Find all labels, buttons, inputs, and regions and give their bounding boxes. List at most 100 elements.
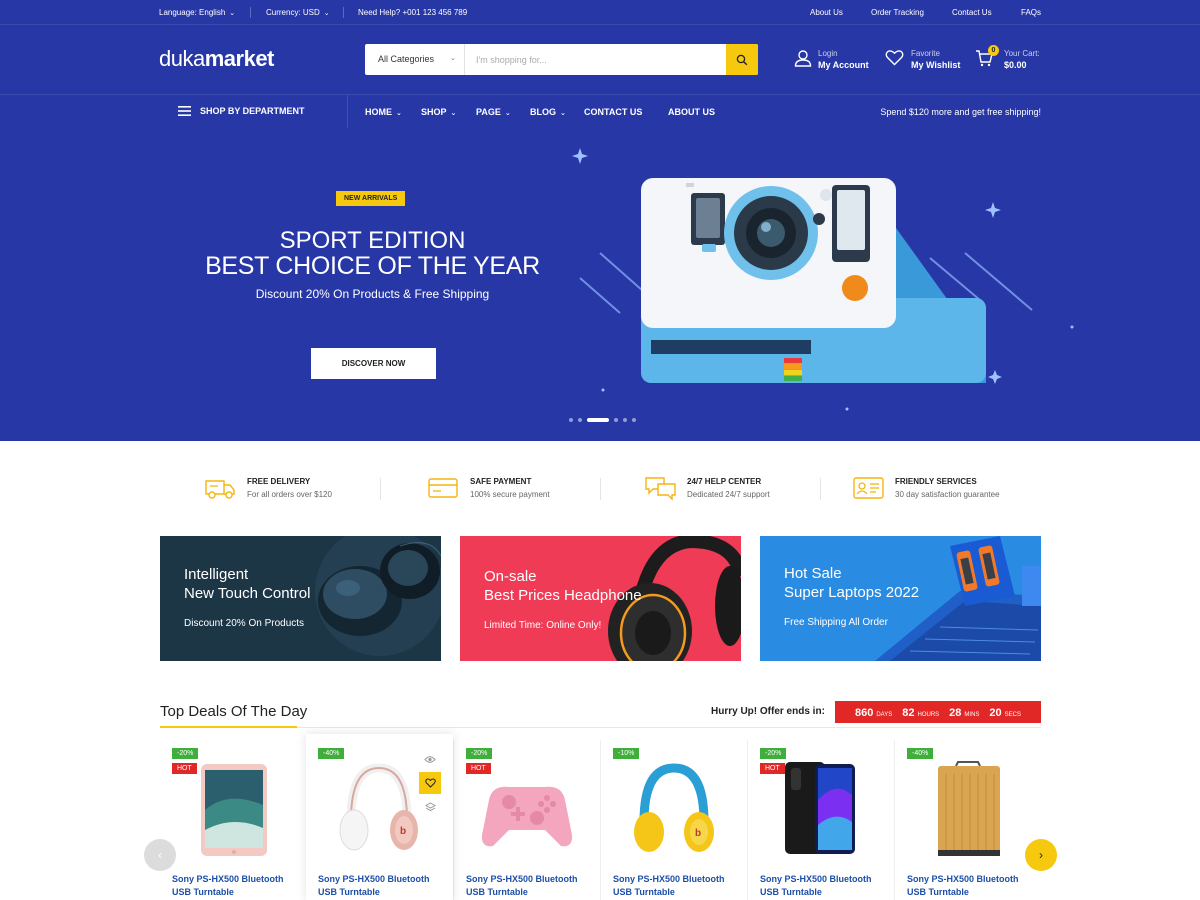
currency-label: Currency: USD [266, 8, 320, 17]
shop-by-department-button[interactable]: SHOP BY DEPARTMENT [178, 106, 305, 116]
feature-text: Dedicated 24/7 support [687, 490, 770, 499]
wishlist-link[interactable]: Favorite My Wishlist [885, 47, 965, 73]
nav-shop[interactable]: SHOP ⌄ [421, 107, 456, 117]
feature-title: FREE DELIVERY [247, 477, 311, 486]
instant-camera-image [641, 178, 986, 383]
quick-view-button[interactable] [419, 748, 441, 770]
credit-card-icon [428, 478, 458, 498]
chevron-down-icon: ⌄ [323, 10, 330, 17]
discover-now-button[interactable]: DISCOVER NOW [311, 348, 436, 379]
product-name[interactable]: Sony PS-HX500 Bluetooth USB Turntable [760, 873, 890, 899]
banner-line2: New Touch Control [184, 585, 311, 602]
chevron-down-icon: ⌄ [504, 110, 511, 117]
search-category-select[interactable]: All Categories ⌄ [365, 44, 465, 75]
new-arrivals-badge: NEW ARRIVALS [336, 191, 406, 206]
nav-label: PAGE [476, 107, 501, 117]
tablet-image [201, 764, 267, 856]
account-link[interactable]: Login My Account [794, 47, 874, 73]
countdown-secs: 20 SECS [989, 703, 1021, 721]
promo-banner-headphone[interactable]: On-sale Best Prices Headphone Limited Ti… [460, 536, 741, 661]
add-to-wishlist-button[interactable] [419, 772, 441, 794]
help-phone: Need Help? +001 123 456 789 [358, 8, 468, 17]
product-card[interactable]: b -10% Sony PS-HX500 Bluetooth USB Turnt… [601, 740, 748, 900]
currency-selector[interactable]: Currency: USD ⌄ [266, 8, 330, 17]
product-card[interactable]: -20% HOT Sony PS-HX500 Bluetooth USB Tur… [454, 740, 601, 900]
chevron-down-icon: ⌄ [560, 110, 566, 117]
product-name[interactable]: Sony PS-HX500 Bluetooth USB Turntable [907, 873, 1037, 899]
language-selector[interactable]: Language: English ⌄ [159, 8, 235, 17]
nav-home[interactable]: HOME ⌄ [365, 107, 402, 117]
search-button[interactable] [726, 44, 758, 75]
hot-badge: HOT [760, 763, 785, 774]
compare-button[interactable] [419, 796, 441, 818]
chevron-down-icon: ⌄ [396, 110, 402, 117]
nav-contact[interactable]: CONTACT US [584, 107, 642, 117]
hot-badge: HOT [172, 763, 197, 774]
layers-icon [424, 802, 436, 812]
cart-count-badge: 0 [988, 45, 999, 56]
product-name[interactable]: Sony PS-HX500 Bluetooth USB Turntable [172, 873, 302, 899]
product-name[interactable]: Sony PS-HX500 Bluetooth USB Turntable [466, 873, 596, 899]
product-card[interactable]: -20% HOT Sony PS-HX500 Bluetooth USB Tur… [748, 740, 895, 900]
banner-line1: Hot Sale [784, 565, 842, 582]
truck-icon [205, 480, 235, 499]
slider-dot[interactable] [578, 418, 582, 422]
top-link-about[interactable]: About Us [810, 8, 843, 17]
slider-dot[interactable] [623, 418, 627, 422]
banner-line3: Free Shipping All Order [784, 617, 888, 628]
countdown-unit: HOURS [917, 712, 940, 718]
feature-text: 100% secure payment [470, 490, 550, 499]
slider-dot[interactable] [632, 418, 636, 422]
discount-badge: -20% [760, 748, 787, 759]
countdown-value: 82 [902, 707, 915, 719]
game-controller-image [481, 786, 573, 847]
divider [343, 7, 344, 18]
search-bar: All Categories ⌄ [365, 44, 758, 75]
discount-badge: -40% [318, 748, 345, 759]
product-card[interactable]: b -40% Sony PS-HX500 Bluetooth USB Turnt… [306, 734, 453, 900]
cart-total: $0.00 [1004, 60, 1027, 70]
banner-line2: Super Laptops 2022 [784, 584, 920, 601]
discount-badge: -10% [613, 748, 640, 759]
hero-slider: NEW ARRIVALS SPORT EDITION BEST CHOICE O… [0, 128, 1200, 441]
carousel-prev-button[interactable]: ‹ [144, 839, 176, 871]
slider-dot[interactable] [587, 418, 609, 422]
product-card[interactable]: -40% Sony PS-HX500 Bluetooth USB Turntab… [895, 740, 1042, 900]
top-link-order-tracking[interactable]: Order Tracking [871, 8, 924, 17]
nav-page[interactable]: PAGE ⌄ [476, 107, 511, 117]
slider-dot[interactable] [614, 418, 618, 422]
banner-line1: Intelligent [184, 566, 249, 583]
nav-about[interactable]: ABOUT US [668, 107, 715, 117]
product-name[interactable]: Sony PS-HX500 Bluetooth USB Turntable [318, 873, 448, 899]
product-name[interactable]: Sony PS-HX500 Bluetooth USB Turntable [613, 873, 743, 899]
account-bottom-text: My Account [818, 60, 869, 70]
slider-dot[interactable] [569, 418, 573, 422]
feature-text: For all orders over $120 [247, 490, 332, 499]
countdown-unit: SECS [1004, 712, 1022, 718]
free-shipping-promo: Spend $120 more and get free shipping! [880, 107, 1041, 117]
nav-blog[interactable]: BLOG ⌄ [530, 107, 566, 117]
top-link-contact[interactable]: Contact Us [952, 8, 992, 17]
top-bar: Language: English ⌄ Currency: USD ⌄ Need H… [0, 0, 1200, 25]
eye-icon [424, 755, 436, 763]
promo-banner-laptops[interactable]: Hot Sale Super Laptops 2022 Free Shippin… [760, 536, 1041, 661]
divider [250, 7, 251, 18]
promo-banner-touch-control[interactable]: Intelligent New Touch Control Discount 2… [160, 536, 441, 661]
top-link-faqs[interactable]: FAQs [1021, 8, 1041, 17]
nav-label: SHOP [421, 107, 447, 117]
divider [600, 478, 601, 500]
hero-title-line1: SPORT EDITION [279, 227, 466, 254]
language-label: Language: English [159, 8, 226, 17]
search-input[interactable] [465, 44, 725, 75]
user-icon [794, 50, 812, 67]
carousel-next-button[interactable]: › [1025, 839, 1057, 871]
site-logo[interactable]: dukamarket [159, 46, 274, 72]
main-nav: SHOP BY DEPARTMENT HOME ⌄ SHOP ⌄ PAGE ⌄ BLO… [0, 94, 1200, 128]
feature-title: SAFE PAYMENT [470, 477, 532, 486]
logo-text-part1: duka [159, 46, 205, 71]
cart-link[interactable]: 0 Your Cart: $0.00 [975, 45, 1045, 73]
product-card[interactable]: -20% HOT Sony PS-HX500 Bluetooth USB Tur… [160, 740, 307, 900]
heart-icon [424, 778, 436, 788]
id-card-icon [853, 477, 884, 499]
wishlist-top-text: Favorite [911, 49, 940, 58]
